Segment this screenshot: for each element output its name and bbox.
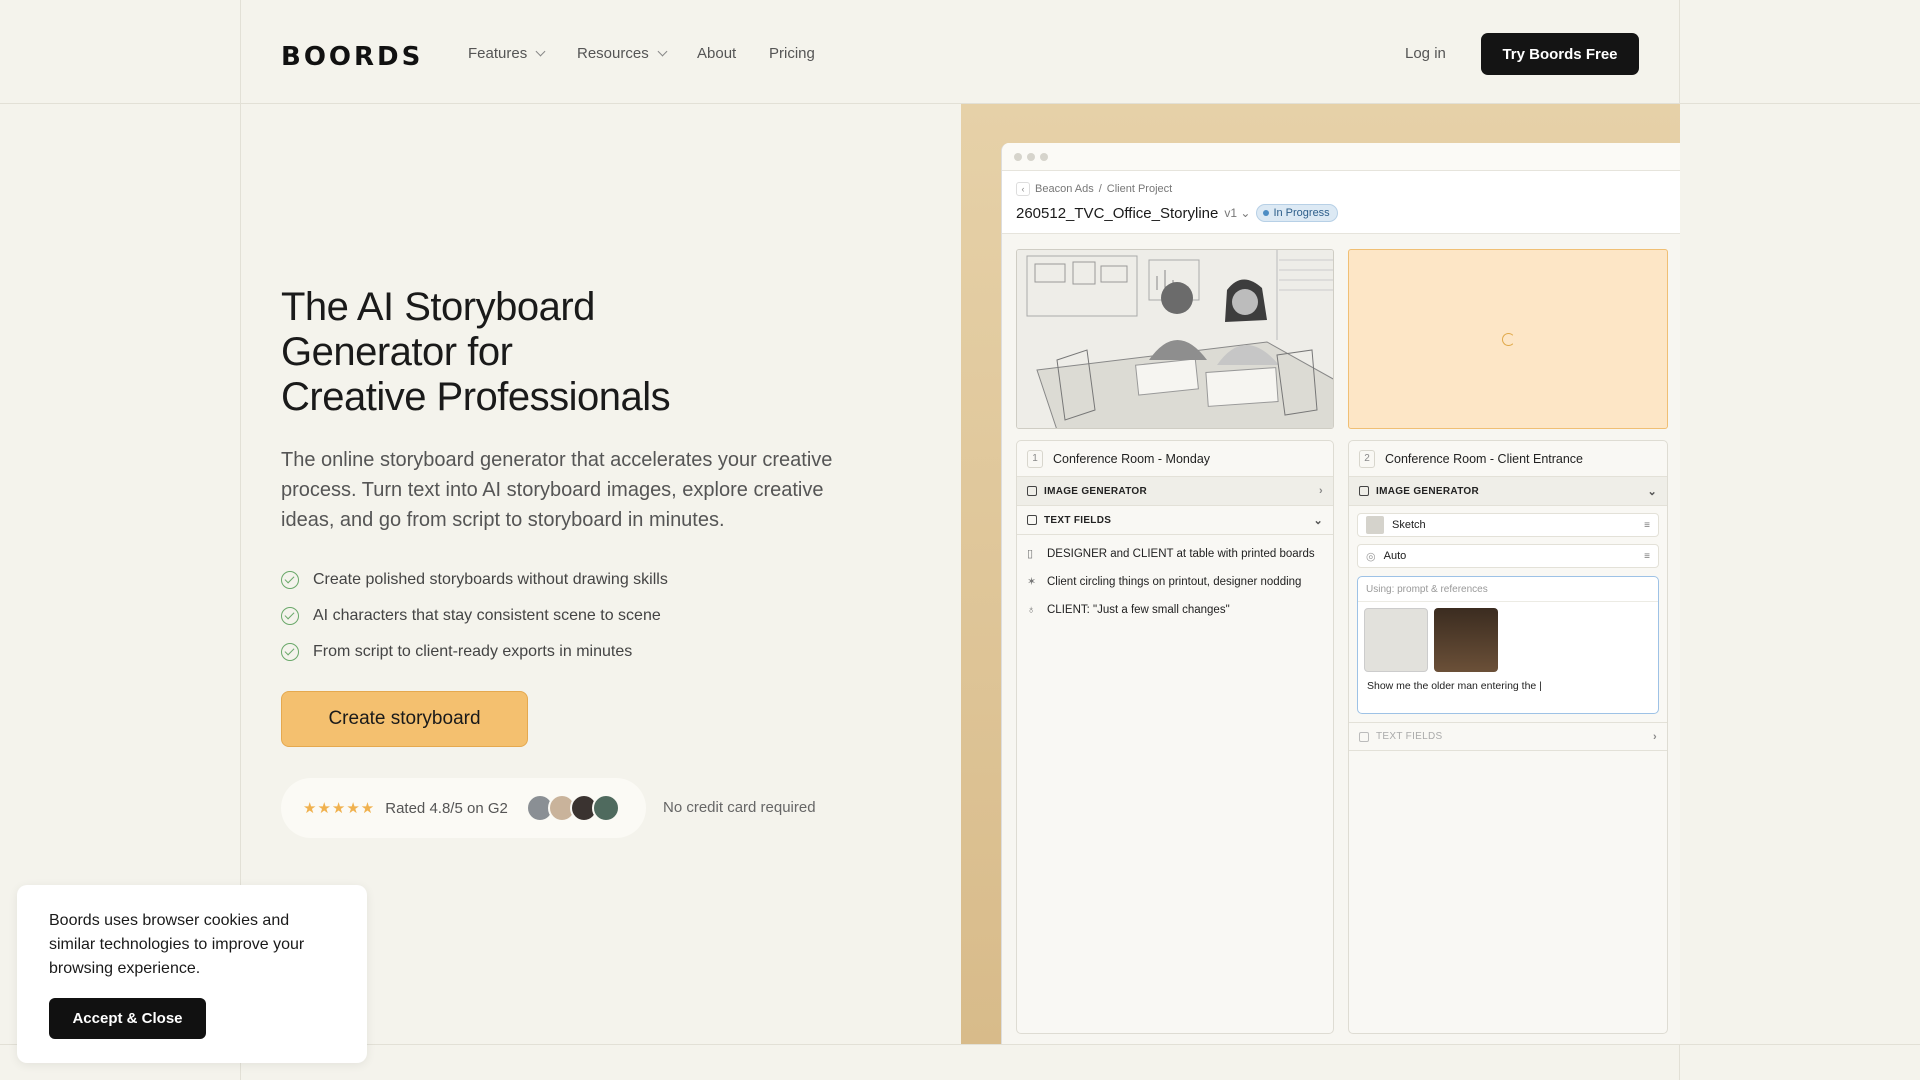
- hero-subtitle: The online storyboard generator that acc…: [281, 449, 833, 531]
- nav-about[interactable]: About: [697, 45, 736, 62]
- project-header: ‹ Beacon Ads / Client Project 260512_TVC…: [1002, 171, 1680, 234]
- frame-title-row[interactable]: 1 Conference Room - Monday: [1017, 441, 1333, 477]
- create-storyboard-button[interactable]: Create storyboard: [281, 691, 528, 747]
- breadcrumb-separator: /: [1098, 183, 1102, 195]
- prompt-text: Show me the older man entering the |: [1367, 680, 1542, 692]
- sliders-icon: ≡: [1644, 550, 1650, 562]
- text-field-item[interactable]: ✶ Client circling things on printout, de…: [1017, 573, 1333, 591]
- project-title-row: 260512_TVC_Office_Storyline v1 ⌄ In Prog…: [1016, 204, 1338, 222]
- storyboard-frame-sketch[interactable]: [1016, 249, 1334, 429]
- sketch-thumbnail-icon: [1366, 516, 1384, 534]
- login-link[interactable]: Log in: [1405, 45, 1446, 62]
- avatar-group: [525, 794, 620, 822]
- feature-item: AI characters that stay consistent scene…: [281, 598, 668, 634]
- window-dot: [1027, 152, 1035, 161]
- reference-image-older-man[interactable]: [1434, 608, 1498, 672]
- reference-image-sketch[interactable]: [1364, 608, 1428, 672]
- camera-select[interactable]: ◎ Auto ≡: [1357, 544, 1659, 568]
- check-circle-icon: [281, 571, 299, 589]
- breadcrumb: ‹ Beacon Ads / Client Project: [1016, 182, 1172, 196]
- image-icon: [1359, 486, 1369, 496]
- status-badge[interactable]: In Progress: [1256, 204, 1338, 222]
- window-dot: [1014, 152, 1022, 161]
- breadcrumb-item[interactable]: Client Project: [1107, 183, 1172, 195]
- chevron-down-icon: [657, 46, 668, 57]
- text-field-item[interactable]: ▯ DESIGNER and CLIENT at table with prin…: [1017, 545, 1333, 563]
- chevron-down-icon: ⌄: [1313, 514, 1323, 527]
- accept-close-button[interactable]: Accept & Close: [49, 998, 206, 1039]
- boords-logo[interactable]: BOORDS: [281, 42, 423, 72]
- storyboard-frame-generating[interactable]: [1348, 249, 1668, 429]
- frame-title: Conference Room - Client Entrance: [1385, 451, 1584, 466]
- try-free-button[interactable]: Try Boords Free: [1481, 33, 1639, 75]
- camera-icon: ◎: [1366, 550, 1376, 563]
- frame-card-1: 1 Conference Room - Monday IMAGE GENERAT…: [1016, 440, 1334, 1034]
- avatar: [591, 794, 620, 822]
- star-rating-icon: ★★★★★: [303, 800, 376, 817]
- style-select[interactable]: Sketch ≡: [1357, 513, 1659, 537]
- loading-spinner-icon: [1501, 332, 1515, 346]
- feature-item: From script to client-ready exports in m…: [281, 634, 668, 670]
- frame-card-2: 2 Conference Room - Client Entrance IMAG…: [1348, 440, 1668, 1034]
- frame-title: Conference Room - Monday: [1053, 451, 1211, 466]
- check-circle-icon: [281, 607, 299, 625]
- app-preview-window: ‹ Beacon Ads / Client Project 260512_TVC…: [1001, 143, 1680, 1044]
- window-titlebar: [1002, 143, 1680, 171]
- office-sketch-image: [1017, 250, 1333, 428]
- feature-item: Create polished storyboards without draw…: [281, 562, 668, 598]
- check-circle-icon: [281, 643, 299, 661]
- nav-pricing[interactable]: Pricing: [769, 45, 815, 62]
- version-select[interactable]: v1 ⌄: [1224, 206, 1250, 220]
- no-credit-card-note: No credit card required: [663, 799, 816, 816]
- table-icon: [1027, 515, 1037, 525]
- table-icon: [1359, 731, 1369, 742]
- text-fields-section[interactable]: TEXT FIELDS ⌄: [1017, 506, 1333, 535]
- nav-resources[interactable]: Resources: [577, 45, 668, 62]
- text-field-item[interactable]: ♁ CLIENT: "Just a few small changes": [1017, 601, 1333, 619]
- feature-list: Create polished storyboards without draw…: [281, 562, 668, 670]
- rating-text: Rated 4.8/5 on G2: [385, 799, 508, 817]
- nav-features[interactable]: Features: [468, 45, 546, 62]
- frame-number: 1: [1027, 449, 1043, 468]
- text-fields-section[interactable]: TEXT FIELDS ›: [1349, 722, 1667, 751]
- sliders-icon: ≡: [1644, 519, 1650, 531]
- chevron-right-icon: ›: [1319, 485, 1323, 497]
- back-arrow-icon[interactable]: ‹: [1016, 182, 1030, 196]
- image-generator-section[interactable]: IMAGE GENERATOR ›: [1017, 477, 1333, 506]
- window-dot: [1040, 152, 1048, 161]
- image-generator-section[interactable]: IMAGE GENERATOR ⌄: [1349, 477, 1667, 506]
- breadcrumb-item[interactable]: Beacon Ads: [1035, 183, 1094, 195]
- figure-icon: ✶: [1027, 576, 1037, 588]
- frame-number: 2: [1359, 449, 1375, 468]
- reference-images: [1358, 602, 1658, 672]
- image-icon: [1027, 486, 1037, 496]
- chevron-down-icon: [535, 46, 546, 57]
- chevron-down-icon: ⌄: [1647, 485, 1657, 498]
- prompt-input[interactable]: Using: prompt & references Show me the o…: [1357, 576, 1659, 714]
- hero-title: The AI Storyboard Generator for Creative…: [281, 285, 671, 419]
- cookie-message: Boords uses browser cookies and similar …: [49, 912, 305, 977]
- project-title: 260512_TVC_Office_Storyline: [1016, 204, 1219, 222]
- clipboard-icon: ▯: [1027, 548, 1034, 560]
- rating-pill: ★★★★★ Rated 4.8/5 on G2: [281, 778, 646, 838]
- cookie-banner: Boords uses browser cookies and similar …: [17, 885, 367, 1063]
- frame-title-row[interactable]: 2 Conference Room - Client Entrance: [1349, 441, 1667, 477]
- chevron-right-icon: ›: [1653, 730, 1657, 743]
- status-dot-icon: [1263, 210, 1270, 216]
- prompt-mode-label: Using: prompt & references: [1358, 577, 1658, 602]
- mic-icon: ♁: [1027, 604, 1036, 616]
